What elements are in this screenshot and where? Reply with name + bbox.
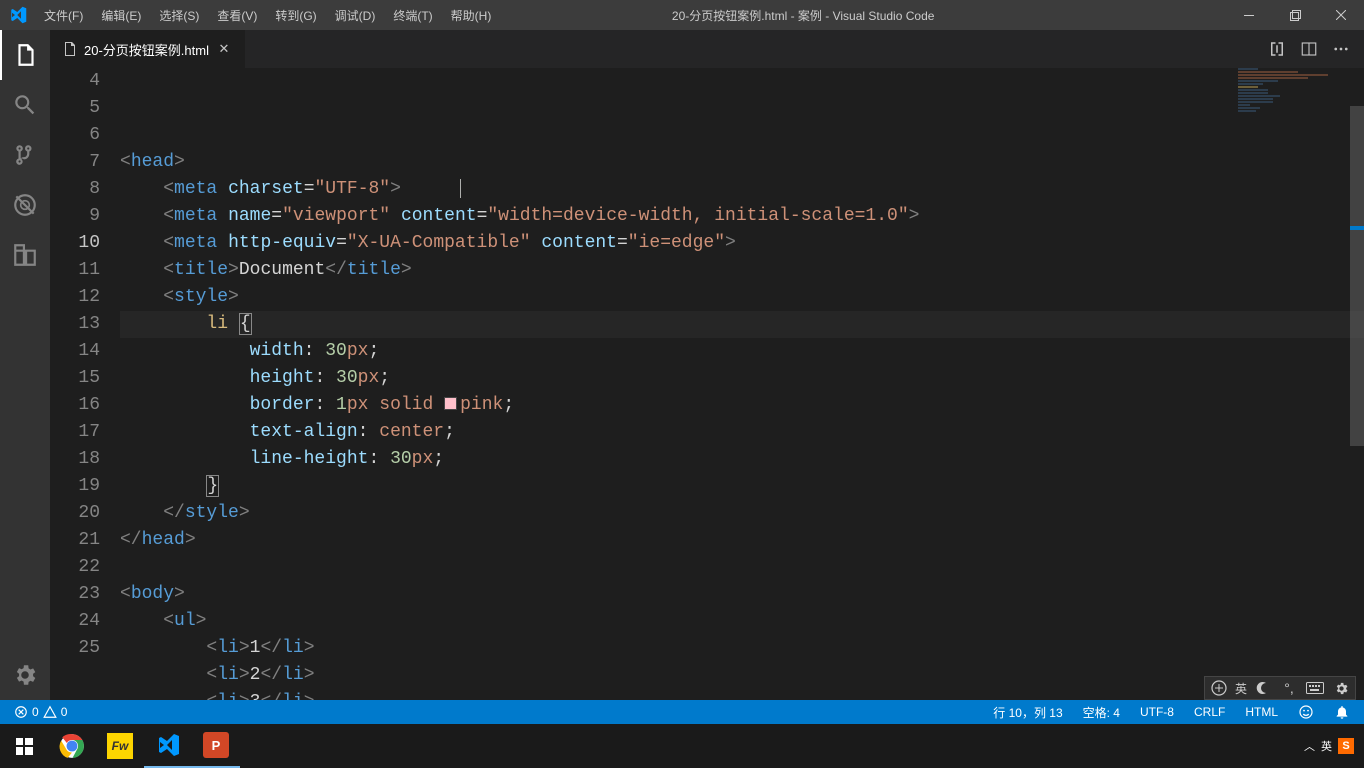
ime-settings-icon[interactable] [1331, 678, 1351, 698]
status-language[interactable]: HTML [1241, 700, 1282, 724]
ime-logo-icon[interactable] [1209, 678, 1229, 698]
tab-close-icon[interactable]: ✕ [215, 41, 233, 57]
editor-actions [1268, 30, 1364, 68]
split-editor-icon[interactable] [1300, 40, 1318, 58]
menu-selection[interactable]: 选择(S) [150, 0, 208, 30]
menu-go[interactable]: 转到(G) [266, 0, 325, 30]
status-notifications-icon[interactable] [1330, 700, 1354, 724]
taskbar-powerpoint[interactable]: P [192, 724, 240, 768]
taskbar-vscode[interactable] [144, 724, 192, 768]
code-editor[interactable]: 45678910111213141516171819202122232425 <… [50, 68, 1364, 700]
system-tray[interactable]: ︿ 英 S [1304, 738, 1364, 754]
start-button[interactable] [0, 724, 48, 768]
ime-toolbar[interactable]: 英 °, [1204, 676, 1356, 700]
search-icon[interactable] [0, 80, 50, 130]
taskbar-fw[interactable]: Fw [96, 724, 144, 768]
tray-sogou-icon[interactable]: S [1338, 738, 1354, 754]
warning-count: 0 [61, 705, 68, 719]
status-encoding[interactable]: UTF-8 [1136, 700, 1178, 724]
warning-icon [43, 705, 57, 719]
editor-scrollbar[interactable] [1350, 106, 1364, 700]
settings-gear-icon[interactable] [0, 650, 50, 700]
status-problems[interactable]: 0 0 [10, 700, 71, 724]
menu-bar: 文件(F) 编辑(E) 选择(S) 查看(V) 转到(G) 调试(D) 终端(T… [35, 0, 500, 30]
menu-edit[interactable]: 编辑(E) [92, 0, 150, 30]
title-bar: 文件(F) 编辑(E) 选择(S) 查看(V) 转到(G) 调试(D) 终端(T… [0, 0, 1364, 30]
ime-lang[interactable]: 英 [1235, 680, 1247, 697]
menu-help[interactable]: 帮助(H) [442, 0, 501, 30]
debug-icon[interactable] [0, 180, 50, 230]
tray-lang[interactable]: 英 [1321, 738, 1332, 754]
extensions-icon[interactable] [0, 230, 50, 280]
tab-bar: 20-分页按钮案例.html ✕ [50, 30, 1364, 68]
minimize-button[interactable] [1226, 0, 1272, 30]
status-feedback-icon[interactable] [1294, 700, 1318, 724]
workbench: 20-分页按钮案例.html ✕ 45678910111213141516171… [0, 30, 1364, 700]
compare-icon[interactable] [1268, 40, 1286, 58]
tab-active[interactable]: 20-分页按钮案例.html ✕ [50, 30, 245, 68]
line-numbers: 45678910111213141516171819202122232425 [50, 68, 120, 700]
more-actions-icon[interactable] [1332, 40, 1350, 58]
text-cursor [460, 179, 461, 198]
status-cursor-position[interactable]: 行 10，列 13 [989, 700, 1066, 724]
windows-taskbar: Fw P ︿ 英 S [0, 724, 1364, 768]
maximize-button[interactable] [1272, 0, 1318, 30]
taskbar-chrome[interactable] [48, 724, 96, 768]
error-count: 0 [32, 705, 39, 719]
activity-bar [0, 30, 50, 700]
tray-chevron-icon[interactable]: ︿ [1304, 738, 1315, 754]
status-bar: 0 0 行 10，列 13 空格: 4 UTF-8 CRLF HTML [0, 700, 1364, 724]
menu-file[interactable]: 文件(F) [35, 0, 92, 30]
scrollbar-thumb[interactable] [1350, 106, 1364, 446]
error-icon [14, 705, 28, 719]
file-icon [62, 41, 78, 57]
app-logo [0, 6, 35, 24]
ime-keyboard-icon[interactable] [1305, 678, 1325, 698]
code-content[interactable]: <head> <meta charset="UTF-8"> <meta name… [120, 68, 1364, 700]
menu-view[interactable]: 查看(V) [208, 0, 266, 30]
tab-label: 20-分页按钮案例.html [84, 40, 209, 59]
source-control-icon[interactable] [0, 130, 50, 180]
explorer-icon[interactable] [0, 30, 50, 80]
menu-debug[interactable]: 调试(D) [326, 0, 385, 30]
menu-terminal[interactable]: 终端(T) [384, 0, 441, 30]
ime-punct-icon[interactable]: °, [1279, 678, 1299, 698]
window-title: 20-分页按钮案例.html - 案例 - Visual Studio Code [500, 7, 1226, 24]
close-button[interactable] [1318, 0, 1364, 30]
scroll-marker [1350, 226, 1364, 230]
status-indentation[interactable]: 空格: 4 [1079, 700, 1124, 724]
window-controls [1226, 0, 1364, 30]
editor-group: 20-分页按钮案例.html ✕ 45678910111213141516171… [50, 30, 1364, 700]
ime-moon-icon[interactable] [1253, 678, 1273, 698]
status-eol[interactable]: CRLF [1190, 700, 1229, 724]
